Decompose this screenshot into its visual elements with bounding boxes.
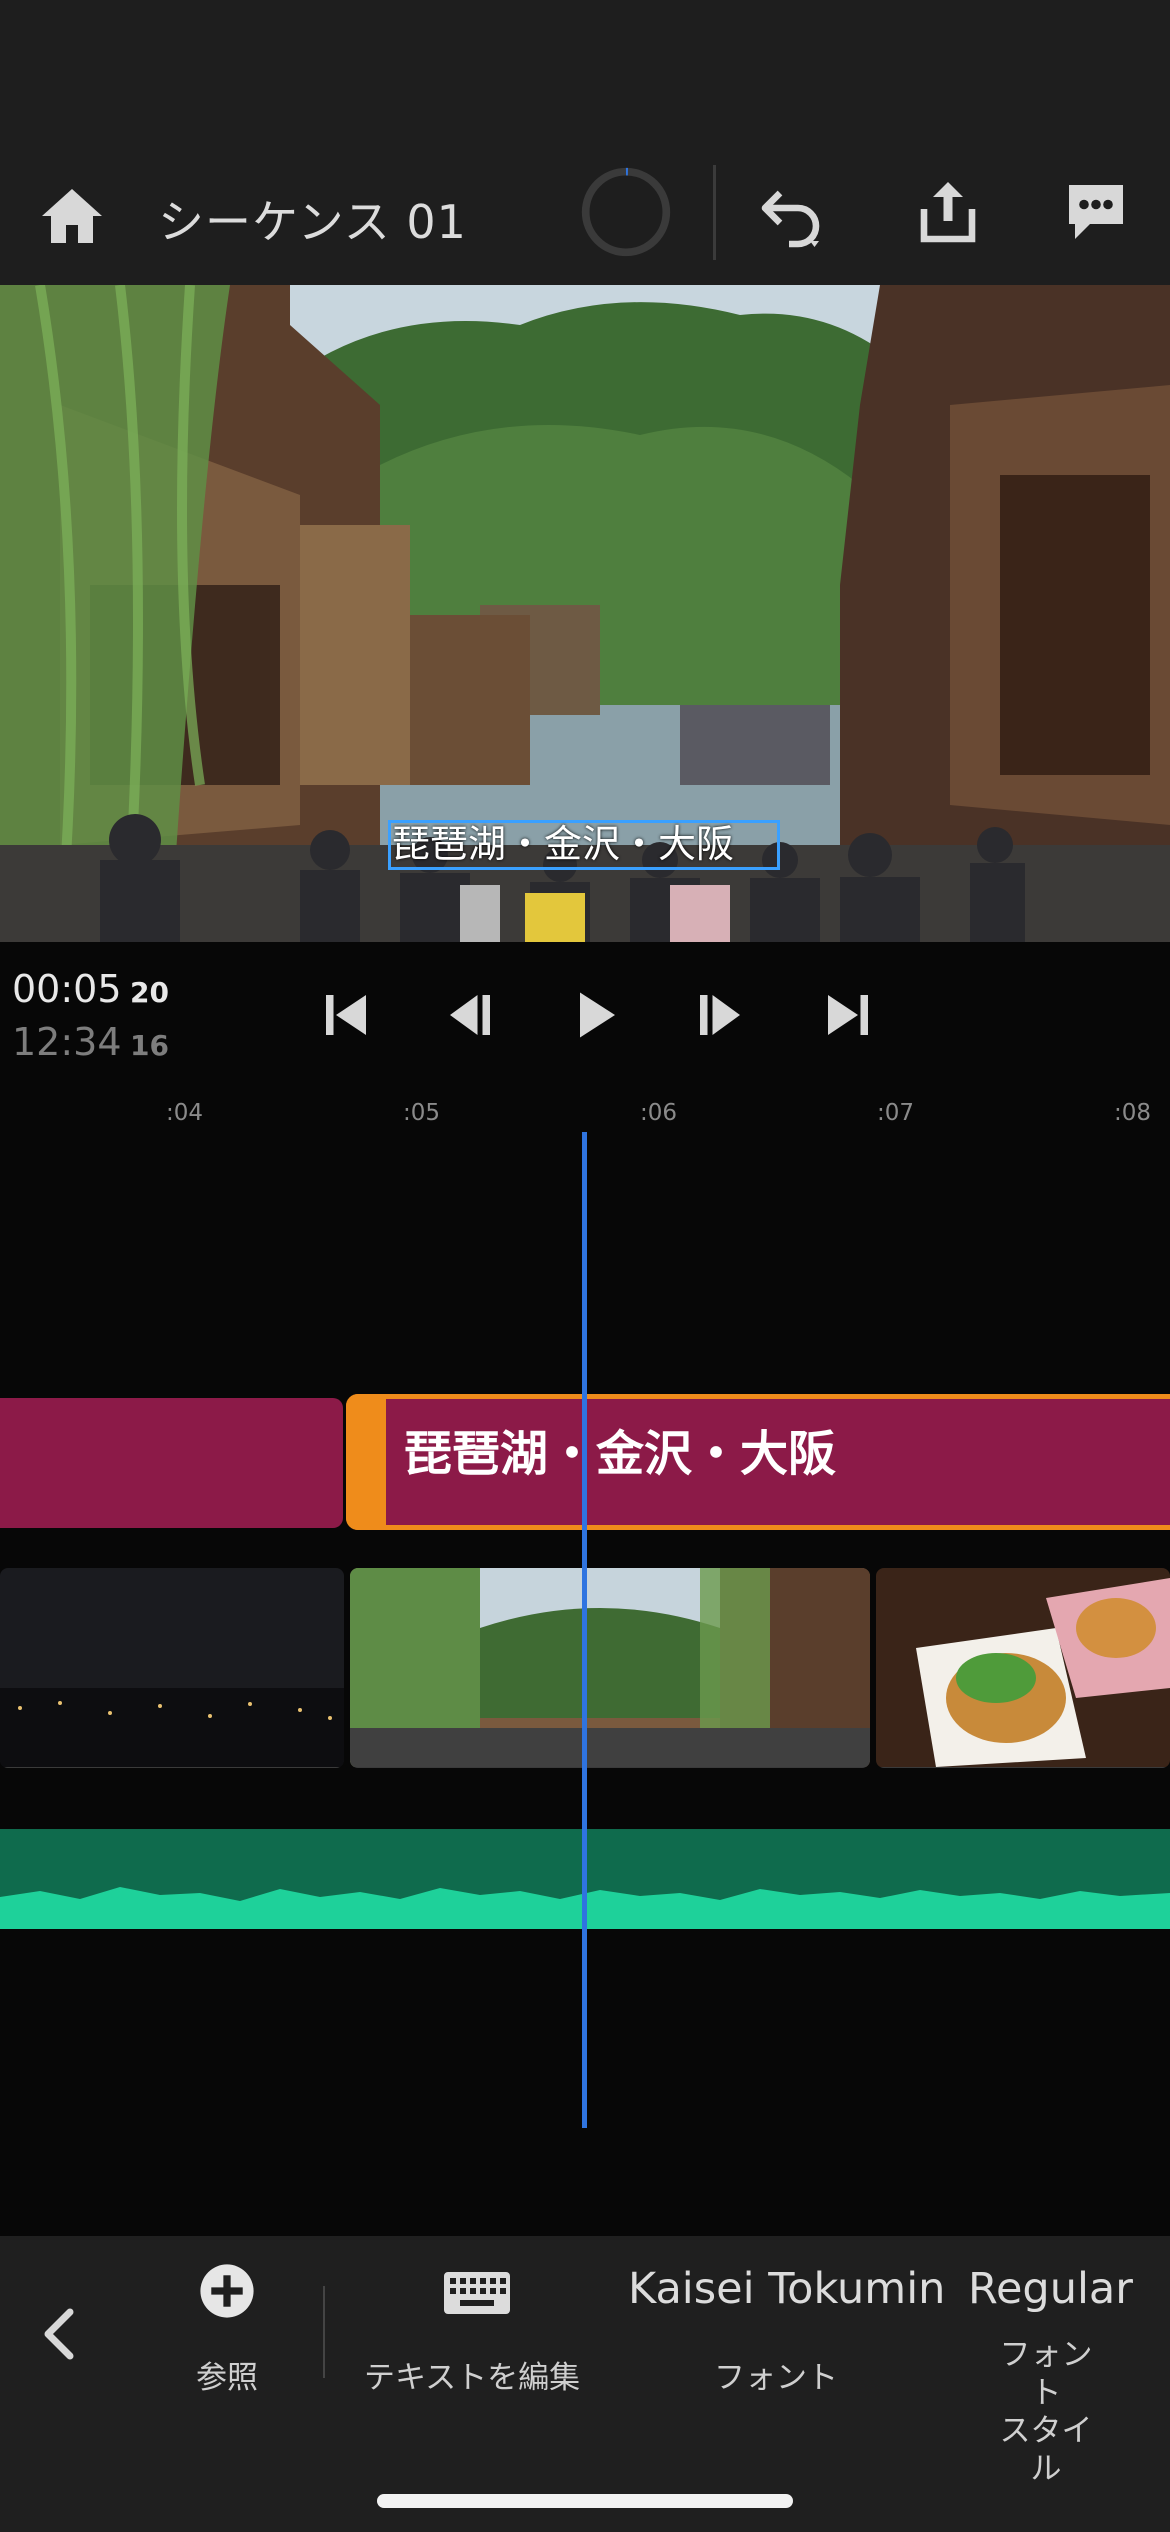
current-frames: 20 <box>130 976 169 1009</box>
comment-icon[interactable] <box>1060 176 1132 248</box>
step-back-icon[interactable] <box>440 985 500 1045</box>
keyboard-icon[interactable] <box>444 2272 510 2314</box>
progress-spinner-icon <box>581 167 671 257</box>
browse-label[interactable]: 参照 <box>196 2352 258 2397</box>
skip-to-end-icon[interactable] <box>818 985 878 1045</box>
current-timecode: 00:05 <box>12 967 122 1011</box>
share-icon[interactable] <box>912 176 984 248</box>
step-forward-icon[interactable] <box>690 985 750 1045</box>
ruler-tick: :04 <box>166 1100 204 1126</box>
ruler-tick: :07 <box>877 1100 915 1126</box>
sequence-title[interactable]: シーケンス 01 <box>158 186 467 252</box>
toolbar-divider <box>713 165 716 260</box>
ruler-tick: :08 <box>1114 1100 1152 1126</box>
total-duration: 12:34 <box>12 1020 122 1064</box>
clip-trim-handle[interactable] <box>346 1394 386 1530</box>
edit-text-label[interactable]: テキストを編集 <box>364 2352 580 2397</box>
home-icon[interactable] <box>36 180 108 252</box>
caption-text[interactable]: 琵琶湖・金沢・大阪 <box>392 820 734 868</box>
video-clip-takoyaki[interactable] <box>876 1568 1170 1768</box>
chevron-left-icon[interactable] <box>38 2306 78 2362</box>
ruler-tick: :05 <box>403 1100 441 1126</box>
video-clip-street[interactable] <box>350 1568 870 1768</box>
title-clip-label: 琵琶湖・金沢・大阪 <box>404 1426 837 1482</box>
total-frames: 16 <box>130 1029 169 1062</box>
status-bar <box>0 0 1170 150</box>
font-style-value[interactable]: Regular <box>968 2264 1133 2314</box>
add-circle-icon[interactable] <box>198 2262 256 2320</box>
toolbar-divider <box>323 2286 325 2378</box>
font-label[interactable]: フォント <box>714 2352 838 2397</box>
video-clip-night-city[interactable] <box>0 1568 344 1768</box>
font-style-label[interactable]: フォント スタイル <box>986 2336 1106 2488</box>
home-indicator[interactable] <box>377 2494 793 2508</box>
ruler-tick: :06 <box>640 1100 678 1126</box>
playhead[interactable] <box>582 1132 587 2128</box>
title-clip[interactable] <box>0 1398 343 1528</box>
undo-icon[interactable] <box>756 178 828 250</box>
font-value[interactable]: Kaisei Tokumin <box>628 2264 945 2314</box>
skip-to-start-icon[interactable] <box>316 985 376 1045</box>
play-icon[interactable] <box>565 985 625 1045</box>
